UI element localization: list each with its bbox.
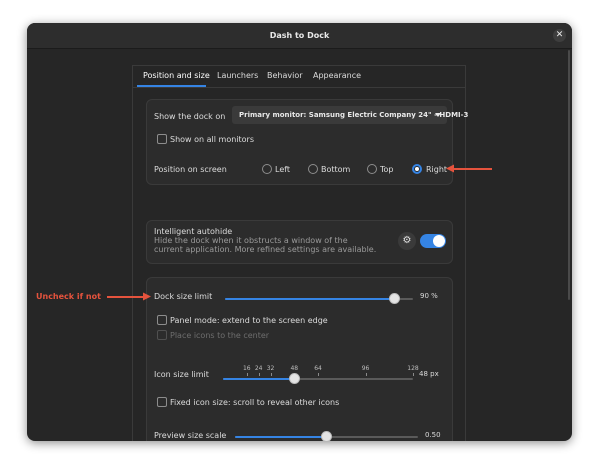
place-center-label: Place icons to the center bbox=[170, 331, 270, 340]
annotation-uncheck-text: Uncheck if not bbox=[36, 292, 101, 301]
icon-size-tick-label: 128 bbox=[407, 365, 419, 372]
fixed-icon-size-checkbox[interactable] bbox=[157, 397, 167, 407]
icon-size-tick bbox=[365, 373, 367, 376]
preview-size-knob[interactable] bbox=[321, 431, 332, 441]
radio-bottom-label: Bottom bbox=[321, 165, 351, 174]
tab-panel: Position and size Launchers Behavior App… bbox=[132, 65, 468, 441]
place-center-checkbox[interactable] bbox=[157, 330, 167, 340]
dock-size-label: Dock size limit bbox=[154, 292, 213, 301]
autohide-title: Intelligent autohide bbox=[154, 227, 233, 236]
radio-right[interactable] bbox=[412, 164, 422, 174]
icon-size-tick-label: 32 bbox=[266, 365, 275, 372]
icon-size-tick-label: 24 bbox=[254, 365, 263, 372]
tab-position-and-size[interactable]: Position and size bbox=[143, 71, 210, 80]
icon-size-slider[interactable] bbox=[223, 378, 413, 380]
icon-size-tick-label: 16 bbox=[242, 365, 251, 372]
tab-bar: Position and size Launchers Behavior App… bbox=[133, 66, 465, 88]
fixed-icon-size-label: Fixed icon size: scroll to reveal other … bbox=[170, 398, 340, 407]
dock-size-knob[interactable] bbox=[388, 293, 400, 304]
dock-size-slider[interactable] bbox=[225, 298, 413, 300]
panel-mode-checkbox[interactable] bbox=[157, 315, 167, 325]
position-on-screen-label: Position on screen bbox=[154, 165, 227, 174]
panel-mode-label: Panel mode: extend to the screen edge bbox=[170, 316, 328, 325]
active-tab-indicator bbox=[137, 85, 206, 87]
radio-bottom[interactable] bbox=[308, 164, 318, 174]
autohide-switch[interactable] bbox=[420, 234, 446, 248]
radio-left-label: Left bbox=[275, 165, 291, 174]
position-card: Show the dock on Primary monitor: Samsun… bbox=[146, 99, 468, 185]
icon-size-label: Icon size limit bbox=[154, 370, 209, 379]
tab-behavior[interactable]: Behavior bbox=[267, 71, 303, 80]
icon-size-tick bbox=[246, 373, 248, 376]
show-dock-label: Show the dock on bbox=[154, 112, 226, 121]
preview-size-value: 0.50 bbox=[425, 431, 441, 439]
icon-size-value: 48 px bbox=[419, 370, 439, 378]
radio-top[interactable] bbox=[367, 164, 377, 174]
scrollbar[interactable] bbox=[568, 50, 570, 300]
icon-size-fill bbox=[223, 378, 295, 380]
icon-size-tick-label: 48 bbox=[290, 365, 299, 372]
window-title: Dash to Dock bbox=[269, 31, 330, 40]
icon-size-tick bbox=[413, 373, 414, 376]
all-monitors-label: Show on all monitors bbox=[170, 135, 254, 144]
close-icon: ✕ bbox=[555, 30, 564, 40]
radio-right-label: Right bbox=[426, 165, 448, 174]
size-card: Dock size limit 90 % Panel mode: extend … bbox=[146, 277, 453, 441]
annotation-arrowhead-right bbox=[446, 164, 454, 173]
titlebar: Dash to Dock ✕ bbox=[27, 23, 572, 49]
chevron-down-icon bbox=[435, 113, 441, 117]
icon-size-tick bbox=[258, 373, 260, 376]
tab-appearance[interactable]: Appearance bbox=[313, 71, 361, 80]
icon-size-tick bbox=[318, 373, 319, 376]
preview-size-label: Preview size scale bbox=[154, 431, 227, 440]
radio-left[interactable] bbox=[262, 164, 272, 174]
autohide-description-line2: current application. More refined settin… bbox=[154, 245, 377, 254]
icon-size-tick-label: 64 bbox=[314, 365, 322, 372]
icon-size-knob[interactable] bbox=[288, 373, 300, 384]
dock-size-fill bbox=[225, 298, 395, 300]
annotation-arrowhead-panel bbox=[143, 292, 151, 301]
autohide-description-line1: Hide the dock when it obstructs a window… bbox=[154, 236, 348, 245]
autohide-card: Intelligent autohide Hide the dock when … bbox=[146, 220, 453, 264]
icon-size-tick bbox=[270, 373, 272, 376]
autohide-settings-button[interactable]: ⚙ bbox=[398, 232, 416, 250]
all-monitors-checkbox[interactable] bbox=[157, 134, 167, 144]
radio-top-label: Top bbox=[380, 165, 394, 174]
preview-size-fill bbox=[235, 436, 327, 438]
close-button[interactable]: ✕ bbox=[553, 29, 566, 42]
tab-launchers[interactable]: Launchers bbox=[217, 71, 258, 80]
dock-size-value: 90 % bbox=[420, 292, 438, 300]
annotation-arrow-right bbox=[452, 168, 492, 170]
annotation-arrow-panel bbox=[107, 296, 145, 298]
icon-size-tick-label: 96 bbox=[361, 365, 370, 372]
gear-icon: ⚙ bbox=[402, 235, 412, 246]
monitor-dropdown[interactable]: Primary monitor: Samsung Electric Compan… bbox=[232, 106, 468, 124]
dash-to-dock-window: Dash to Dock ✕ Position and size Launche… bbox=[27, 23, 572, 441]
